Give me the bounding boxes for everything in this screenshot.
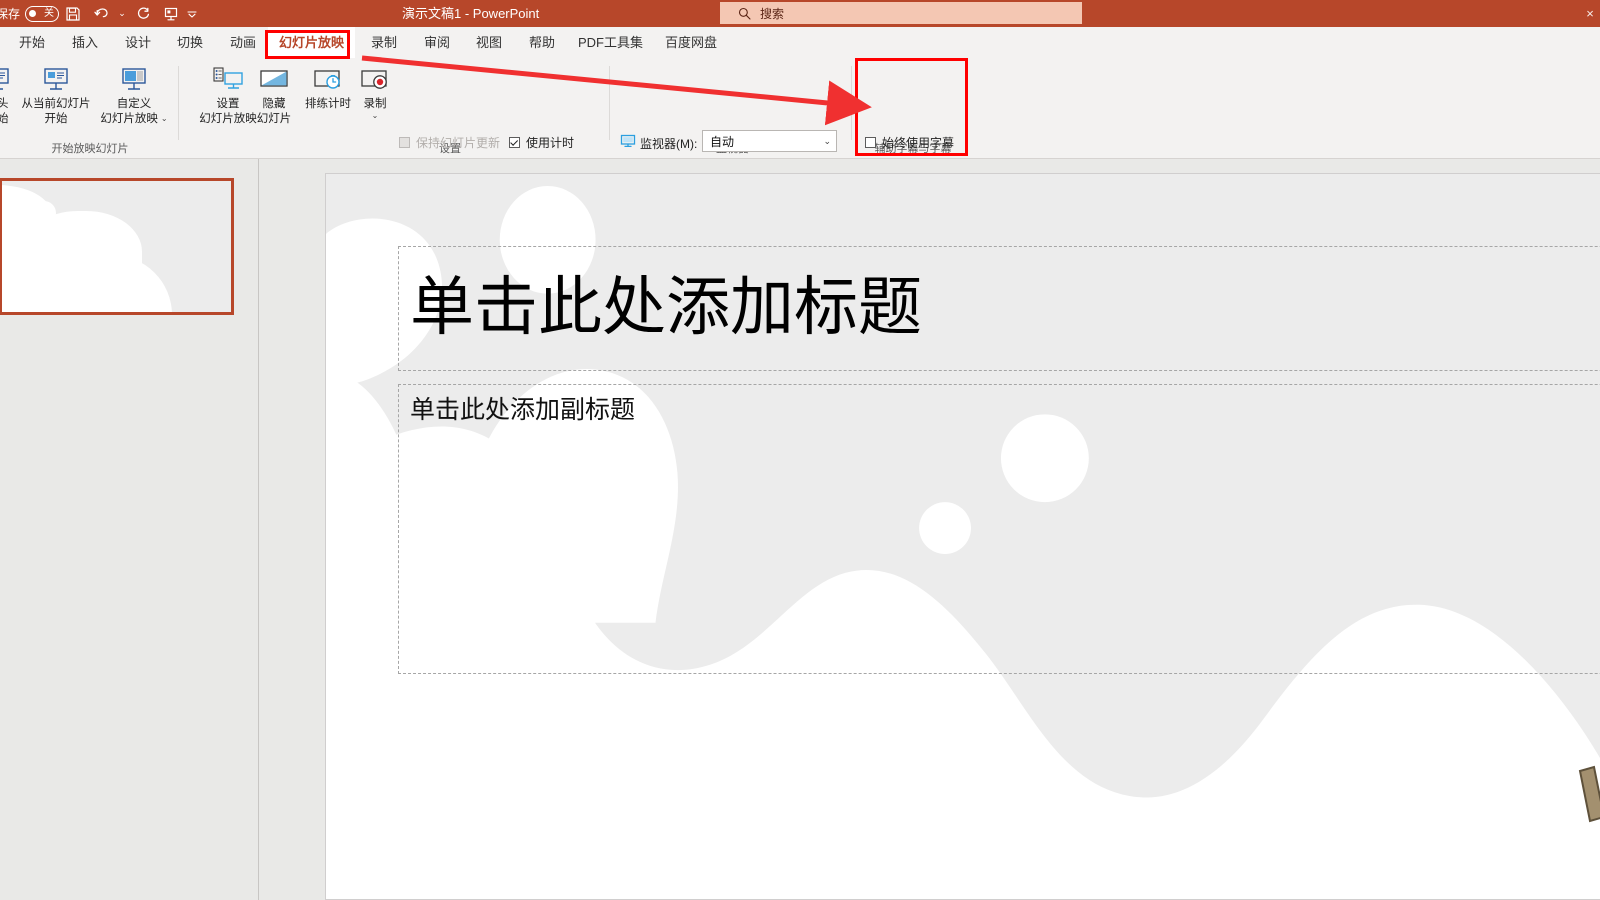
window-title: 演示文稿1 - PowerPoint	[402, 0, 539, 27]
checkbox-box	[399, 137, 410, 148]
group-label-start-slideshow: 开始放映幻灯片	[6, 140, 174, 156]
monitor-icon	[620, 134, 636, 153]
group-separator	[178, 66, 179, 140]
title-placeholder-text: 单击此处添加标题	[410, 248, 922, 368]
present-from-current-icon	[40, 62, 72, 96]
tab-baidu-netdisk[interactable]: 百度网盘	[654, 27, 728, 58]
quick-access-toolbar: 保存 关 ⌄	[0, 0, 199, 27]
autosave-label: 保存	[0, 5, 20, 22]
tab-animations[interactable]: 动画	[219, 27, 267, 58]
from-current-slide-label-line1: 从当前幻灯片	[22, 98, 91, 111]
decorative-figure-icon	[1550, 711, 1600, 861]
always-use-subtitles-checkbox[interactable]: 始终使用字幕	[865, 134, 954, 151]
powerpoint-window: 保存 关 ⌄ 演示文稿1 - Power	[0, 0, 1600, 900]
tab-review[interactable]: 审阅	[413, 27, 461, 58]
use-timings-checkbox[interactable]: 使用计时	[509, 134, 574, 151]
search-icon	[738, 7, 751, 20]
search-input[interactable]: 搜索	[720, 2, 1082, 24]
from-beginning-label-line1: 从头	[0, 98, 9, 111]
tab-pdf-tools[interactable]: PDF工具集	[567, 27, 654, 58]
monitor-select[interactable]: 自动 ⌄	[702, 130, 837, 152]
tab-slideshow[interactable]: 幻灯片放映	[268, 27, 355, 58]
ribbon: 开始放映幻灯片 设置 监视器 辅助字幕与字幕 从头 开始 从当前幻灯片 开始 自…	[0, 58, 1600, 159]
from-current-slide-button[interactable]: 从当前幻灯片 开始	[14, 62, 98, 126]
rehearse-timings-label: 排练计时	[305, 98, 351, 111]
slide-thumbnail-pane[interactable]	[0, 159, 258, 900]
start-slideshow-icon[interactable]	[157, 1, 185, 27]
slide-canvas[interactable]: 单击此处添加标题 单击此处添加副标题	[325, 173, 1600, 900]
close-button[interactable]: ×	[1580, 0, 1600, 27]
ribbon-tab-strip: 开始 插入 设计 切换 动画 幻灯片放映 录制 审阅 视图 帮助 PDF工具集 …	[0, 27, 1600, 59]
record-label: 录制	[364, 98, 387, 111]
tab-design[interactable]: 设计	[114, 27, 162, 58]
tab-view[interactable]: 视图	[465, 27, 513, 58]
monitor-value: 自动	[710, 133, 734, 150]
autosave-switch[interactable]: 关	[25, 6, 59, 22]
checkbox-label: 保持幻灯片更新	[416, 134, 500, 151]
custom-show-icon	[118, 62, 150, 96]
custom-slideshow-label-line2: 幻灯片放映	[100, 113, 158, 126]
record-icon	[358, 62, 392, 96]
keep-slides-updated-checkbox[interactable]: 保持幻灯片更新	[399, 134, 500, 151]
hide-slide-label-line2: 幻灯片	[257, 113, 292, 126]
save-icon[interactable]	[59, 1, 87, 27]
customize-quick-access-icon[interactable]	[185, 1, 199, 27]
chevron-down-icon[interactable]: ⌄	[372, 112, 379, 120]
monitor-row: 监视器(M):	[620, 134, 697, 153]
title-bar: 保存 关 ⌄ 演示文稿1 - Power	[0, 0, 1600, 27]
setup-slideshow-label-line1: 设置	[217, 98, 240, 111]
group-separator	[851, 66, 852, 140]
autosave-state: 关	[44, 9, 55, 19]
record-button[interactable]: 录制 ⌄	[349, 62, 401, 120]
tab-home[interactable]: 开始	[8, 27, 56, 58]
workspace: 单击此处添加标题 单击此处添加副标题	[0, 159, 1600, 900]
hide-slide-label-line1: 隐藏	[263, 98, 286, 111]
search-placeholder: 搜索	[760, 5, 784, 22]
custom-slideshow-label-line1: 自定义	[117, 98, 152, 111]
group-separator	[609, 66, 610, 140]
checkbox-box	[509, 137, 520, 148]
present-from-start-icon	[0, 62, 13, 96]
undo-dropdown-icon[interactable]: ⌄	[115, 1, 129, 27]
chevron-down-icon[interactable]: ⌄	[161, 115, 168, 123]
checkbox-label: 使用计时	[526, 134, 574, 151]
hide-slide-button[interactable]: 隐藏 幻灯片	[243, 62, 305, 126]
tab-help[interactable]: 帮助	[518, 27, 566, 58]
autosave-toggle[interactable]: 保存 关	[0, 5, 59, 22]
tab-record[interactable]: 录制	[360, 27, 408, 58]
setup-show-icon	[211, 62, 245, 96]
rehearse-timings-icon	[311, 62, 345, 96]
pane-divider[interactable]	[258, 159, 259, 900]
from-beginning-label-line2: 开始	[0, 113, 9, 126]
tab-transitions[interactable]: 切换	[166, 27, 214, 58]
redo-icon[interactable]	[129, 1, 157, 27]
from-current-slide-label-line2: 开始	[45, 113, 68, 126]
chevron-down-icon[interactable]: ⌄	[823, 136, 831, 147]
checkbox-label: 始终使用字幕	[882, 134, 954, 151]
subtitle-placeholder-text: 单击此处添加副标题	[410, 388, 635, 432]
tab-insert[interactable]: 插入	[61, 27, 109, 58]
undo-icon[interactable]	[87, 1, 115, 27]
autosave-knob	[29, 10, 36, 17]
slide-thumbnail-1[interactable]	[0, 178, 234, 315]
checkbox-box	[865, 137, 876, 148]
hide-slide-icon	[257, 62, 291, 96]
custom-slideshow-button[interactable]: 自定义 幻灯片放映 ⌄	[92, 62, 176, 126]
monitor-label: 监视器(M):	[640, 135, 697, 152]
